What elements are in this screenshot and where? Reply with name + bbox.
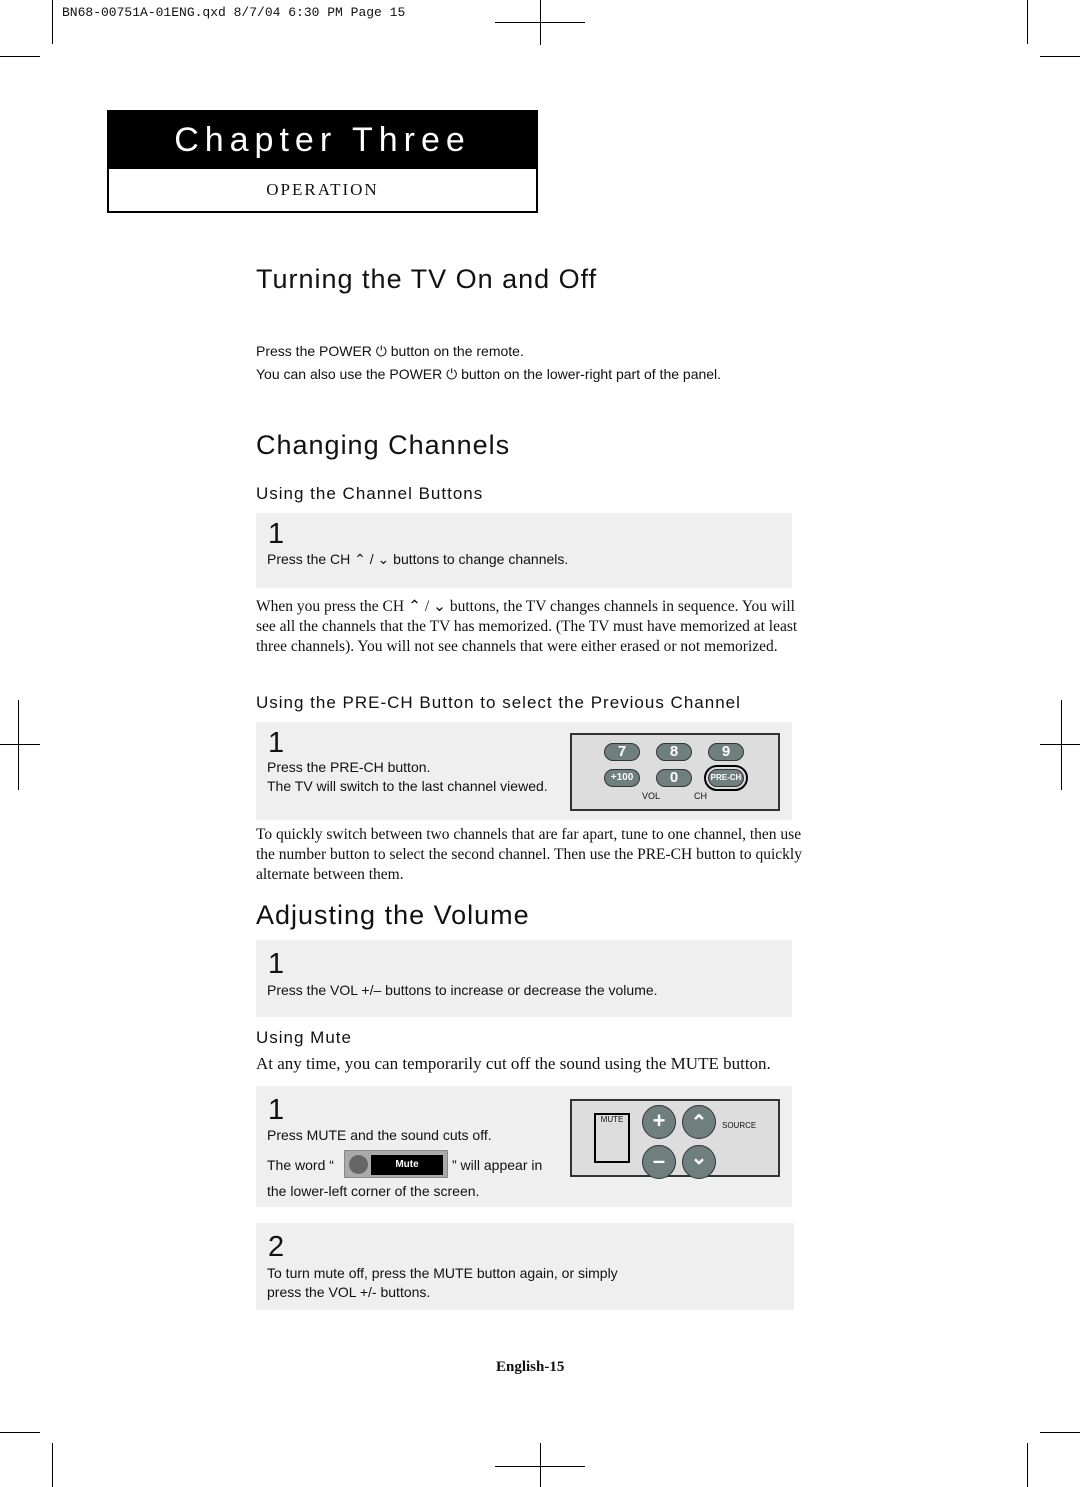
mute-key-label: MUTE bbox=[600, 1115, 624, 1124]
step-text: Press the VOL +/– buttons to increase or… bbox=[267, 982, 658, 998]
step-text: Press the PRE-CH button. bbox=[267, 759, 431, 775]
chapter-subtitle: OPERATION bbox=[266, 180, 379, 199]
print-header: BN68-00751A-01ENG.qxd 8/7/04 6:30 PM Pag… bbox=[62, 5, 406, 20]
subsection-title: Using Mute bbox=[256, 1028, 352, 1047]
mute-osd: Mute bbox=[344, 1150, 448, 1178]
registration-mark bbox=[1040, 744, 1080, 745]
step-number: 1 bbox=[268, 1094, 285, 1126]
chapter-title: Chapter Three bbox=[109, 112, 536, 169]
key-8: 8 bbox=[656, 743, 692, 761]
paragraph: You can also use the POWER ⏻ button on t… bbox=[256, 366, 722, 382]
step-text: press the VOL +/- buttons. bbox=[267, 1284, 431, 1300]
registration-mark bbox=[0, 744, 40, 745]
mute-osd-label: Mute bbox=[371, 1155, 443, 1175]
step-text: the lower-left corner of the screen. bbox=[267, 1183, 480, 1199]
registration-mark bbox=[540, 0, 541, 45]
step-box: 1 Press the VOL +/– buttons to increase … bbox=[256, 940, 792, 1017]
key-plus100: +100 bbox=[604, 769, 640, 787]
paragraph: When you press the CH ⌃ / ⌄ buttons, the… bbox=[256, 598, 798, 655]
step-number: 1 bbox=[268, 518, 285, 550]
crop-mark bbox=[52, 0, 53, 44]
step-box: 1 Press MUTE and the sound cuts off. The… bbox=[256, 1086, 792, 1207]
vol-up-key: + bbox=[642, 1105, 676, 1139]
step-box: 2 To turn mute off, press the MUTE butto… bbox=[256, 1223, 794, 1310]
key-7: 7 bbox=[604, 743, 640, 761]
step-box: 1 Press the CH ⌃ / ⌄ buttons to change c… bbox=[256, 513, 792, 588]
step-number: 1 bbox=[268, 727, 285, 759]
page-number: English-15 bbox=[496, 1359, 565, 1375]
ch-label: CH bbox=[694, 791, 707, 801]
section-title: Changing Channels bbox=[256, 430, 511, 460]
paragraph: Press the POWER ⏻ button on the remote. bbox=[256, 343, 524, 359]
registration-mark bbox=[540, 1443, 541, 1487]
source-label: SOURCE bbox=[722, 1121, 757, 1130]
step-text: ” will appear in bbox=[452, 1157, 543, 1173]
step-text: The TV will switch to the last channel v… bbox=[267, 778, 548, 794]
step-text: To turn mute off, press the MUTE button … bbox=[267, 1265, 618, 1281]
key-0: 0 bbox=[656, 769, 692, 787]
remote-illustration: 7 8 9 +100 0 PRE-CH VOL CH bbox=[570, 733, 780, 811]
crop-mark bbox=[1040, 56, 1080, 57]
crop-mark bbox=[0, 1432, 40, 1433]
paragraph: To quickly switch between two channels t… bbox=[256, 826, 802, 883]
subsection-title: Using the Channel Buttons bbox=[256, 484, 484, 503]
step-number: 1 bbox=[268, 948, 285, 980]
key-pre-ch: PRE-CH bbox=[704, 765, 748, 791]
mute-key-frame: MUTE bbox=[594, 1113, 630, 1163]
crop-mark bbox=[1027, 0, 1028, 44]
remote-illustration: MUTE + – ⌃ ⌄ SOURCE bbox=[570, 1099, 780, 1179]
ch-down-key: ⌄ bbox=[682, 1145, 716, 1179]
vol-label: VOL bbox=[642, 791, 661, 801]
step-box: 1 Press the PRE-CH button. The TV will s… bbox=[256, 722, 792, 820]
ch-up-key: ⌃ bbox=[682, 1105, 716, 1139]
registration-mark bbox=[18, 700, 19, 790]
section-title: Adjusting the Volume bbox=[256, 900, 530, 930]
subsection-title: Using the PRE-CH Button to select the Pr… bbox=[256, 693, 741, 712]
crop-mark bbox=[1027, 1443, 1028, 1487]
step-text: Press the CH ⌃ / ⌄ buttons to change cha… bbox=[267, 551, 569, 567]
section-title: Turning the TV On and Off bbox=[256, 264, 598, 294]
step-number: 2 bbox=[268, 1231, 285, 1263]
crop-mark bbox=[52, 1443, 53, 1487]
registration-mark bbox=[1061, 700, 1062, 790]
step-text: The word “ bbox=[267, 1157, 334, 1173]
crop-mark bbox=[0, 56, 40, 57]
crop-mark bbox=[1040, 1432, 1080, 1433]
chapter-banner: Chapter Three OPERATION bbox=[107, 110, 538, 213]
key-9: 9 bbox=[708, 743, 744, 761]
step-text: Press MUTE and the sound cuts off. bbox=[267, 1127, 492, 1143]
paragraph: At any time, you can temporarily cut off… bbox=[256, 1054, 771, 1073]
mute-speaker-icon bbox=[349, 1155, 368, 1174]
vol-down-key: – bbox=[642, 1145, 676, 1179]
